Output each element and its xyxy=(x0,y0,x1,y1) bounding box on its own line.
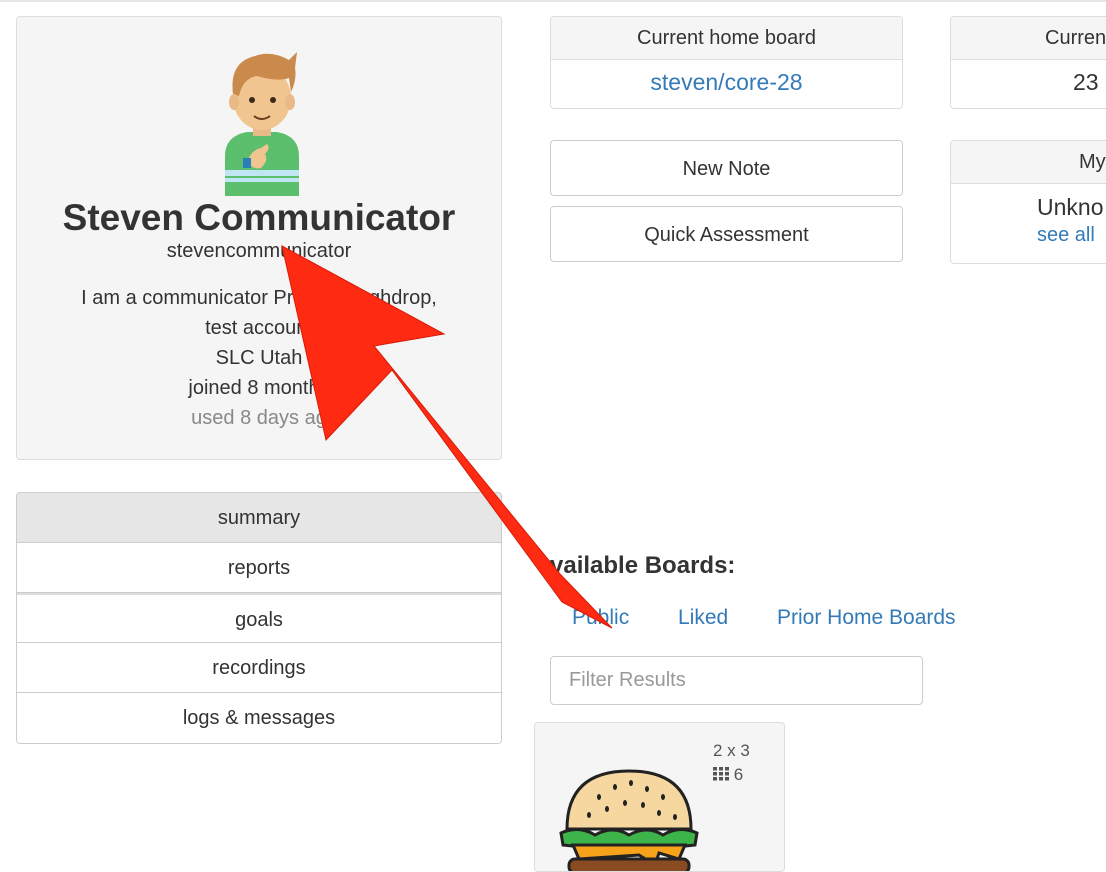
profile-username: stevencommunicator xyxy=(166,240,352,262)
grid-icon xyxy=(713,767,729,781)
avatar-icon xyxy=(225,52,299,196)
current-stats-panel: Curren 23 xyxy=(950,16,1106,109)
nav-recordings[interactable]: recordings xyxy=(17,643,501,693)
board-grid-size: 2 x 3 xyxy=(713,741,750,760)
nav-reports[interactable]: reports xyxy=(17,543,501,593)
top-border xyxy=(0,0,1106,2)
new-note-button[interactable]: New Note xyxy=(550,140,903,196)
quick-assessment-button[interactable]: Quick Assessment xyxy=(550,206,903,262)
board-tile[interactable]: 2 x 3 6 xyxy=(534,722,785,872)
profile-last-used: used 8 days ag xyxy=(191,407,327,429)
filter-results-input[interactable] xyxy=(550,656,923,705)
profile-bio-line1: I am a communicator Pro to Coughdrop, xyxy=(81,287,437,309)
my-panel-see-all-link[interactable]: see all xyxy=(951,222,1106,248)
board-button-count: 6 xyxy=(713,765,743,785)
profile-location: SLC Utah xyxy=(215,347,303,369)
profile-name: Steven Communicator xyxy=(62,197,456,238)
current-stats-value: 23 xyxy=(1073,69,1099,95)
nav-summary[interactable]: summary xyxy=(17,493,501,543)
available-boards-title: vailable Boards: xyxy=(550,552,736,579)
profile-nav: summary reports goals recordings logs & … xyxy=(16,492,502,744)
current-stats-header: Curren xyxy=(951,17,1106,60)
boards-tab-public[interactable]: Public xyxy=(572,606,629,630)
home-board-panel: Current home board steven/core-28 xyxy=(550,16,903,109)
hamburger-board-icon xyxy=(559,769,699,871)
home-board-header: Current home board xyxy=(551,17,902,60)
profile-bio-line2: test account xyxy=(205,317,313,339)
boards-tab-liked[interactable]: Liked xyxy=(678,606,728,630)
profile-joined: joined 8 months xyxy=(188,377,330,399)
my-panel-value: Unkno xyxy=(1037,194,1104,220)
nav-logs-messages[interactable]: logs & messages xyxy=(17,693,501,743)
profile-card: Steven Communicator stevencommunicator I… xyxy=(16,16,502,460)
nav-goals[interactable]: goals xyxy=(17,593,501,643)
my-panel-header: My xyxy=(951,141,1106,184)
home-board-link[interactable]: steven/core-28 xyxy=(551,60,902,104)
my-panel: My Unkno see all xyxy=(950,140,1106,264)
boards-tab-prior-home[interactable]: Prior Home Boards xyxy=(777,606,956,630)
